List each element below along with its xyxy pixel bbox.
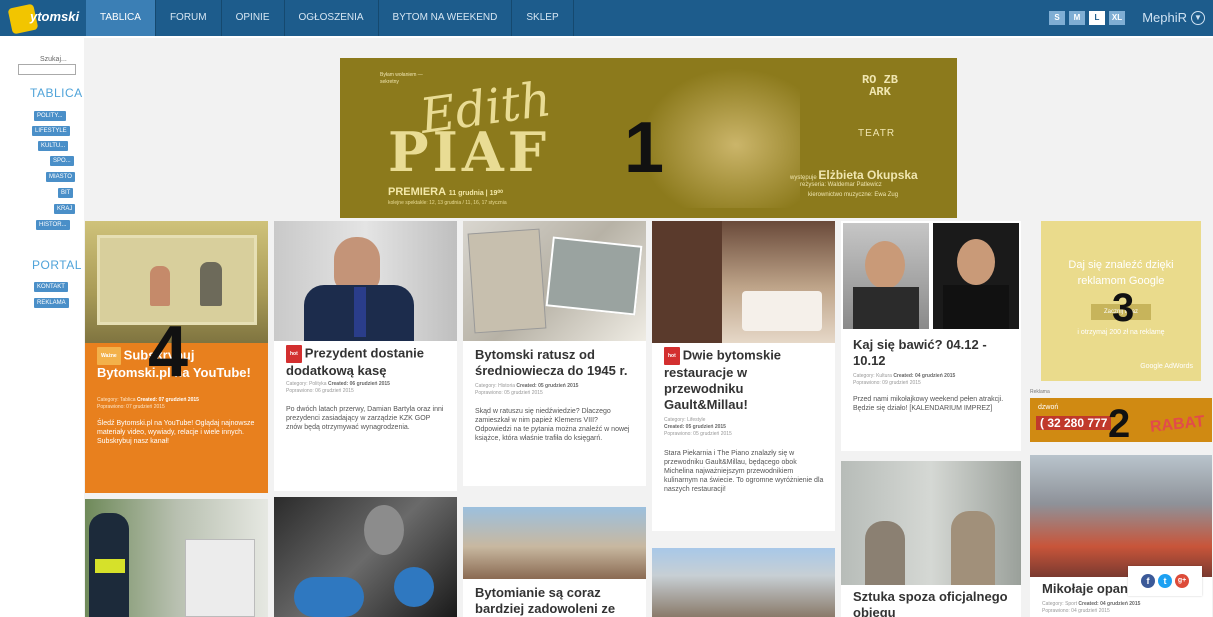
site-logo[interactable]: ytomski: [4, 2, 84, 36]
article-excerpt: Stara Piekarnia i The Piano znalazły się…: [664, 450, 824, 493]
banner-credit-director: reżyseria: Waldemar Patlewicz: [800, 182, 882, 188]
article-card-ratusz[interactable]: Bytomski ratusz od średniowiecza do 1945…: [463, 221, 646, 486]
article-meta: Category: Lifestyle Created: 05 grudzień …: [664, 417, 732, 437]
nav-forum[interactable]: FORUM: [156, 0, 222, 36]
article-image: [463, 507, 646, 579]
sidebar-item-miasto[interactable]: MIASTO: [46, 172, 75, 182]
annotation-number-4: 4: [148, 312, 189, 392]
chevron-down-icon: ▼: [1191, 10, 1205, 25]
article-image: [1030, 455, 1212, 577]
article-card-city[interactable]: [652, 548, 835, 617]
article-image: [841, 221, 1021, 331]
article-card-restauracje[interactable]: hot Dwie bytomskie restauracje w przewodn…: [652, 221, 835, 531]
teatr-label: TEATR: [858, 128, 896, 139]
sidebar-item-bit[interactable]: BIT: [58, 188, 74, 198]
search-label: Szukaj...: [40, 56, 67, 63]
article-image: [841, 461, 1021, 585]
top-navigation-bar: ytomski TABLICA FORUM OPINIE OGŁOSZENIA …: [0, 0, 1213, 36]
font-size-s-button[interactable]: S: [1049, 11, 1065, 25]
banner-credit-performer: występuje Elżbieta Okupska: [790, 168, 918, 182]
article-title[interactable]: hot Dwie bytomskie restauracje w przewodn…: [664, 347, 829, 413]
article-title[interactable]: Bytomianie są coraz bardziej zadowoleni …: [475, 585, 640, 617]
sidebar-item-historia[interactable]: HISTOR...: [36, 220, 70, 230]
sidebar-item-kultura[interactable]: KULTU...: [38, 141, 69, 151]
ad-label: Reklama: [1030, 389, 1050, 395]
article-card-police[interactable]: [85, 499, 268, 617]
article-card-zadowoleni[interactable]: Bytomianie są coraz bardziej zadowoleni …: [463, 507, 646, 617]
article-meta: Category: Polityka Created: 06 grudzień …: [286, 381, 390, 394]
section-tablica-heading: TABLICA: [30, 86, 83, 100]
user-menu[interactable]: MephiR ▼: [1142, 10, 1205, 25]
logo-text: ytomski: [30, 9, 80, 24]
sidebar-item-kraj[interactable]: KRAJ: [54, 204, 76, 214]
sidebar-item-sport[interactable]: SPO...: [50, 156, 74, 166]
search-input[interactable]: [18, 64, 76, 75]
article-card-sztuka[interactable]: Sztuka spoza oficjalnego obiegu: [841, 461, 1021, 617]
nav-bytom-na-weekend[interactable]: BYTOM NA WEEKEND: [379, 0, 513, 36]
font-size-xl-button[interactable]: XL: [1109, 11, 1125, 25]
annotation-number-2: 2: [1108, 402, 1131, 446]
article-image: [274, 497, 457, 617]
main-nav: TABLICA FORUM OPINIE OGŁOSZENIA BYTOM NA…: [86, 0, 574, 36]
article-image: [463, 221, 646, 341]
article-title[interactable]: Kaj się bawić? 04.12 - 10.12: [853, 337, 1013, 369]
ad-call-label: dzwoń: [1038, 404, 1059, 411]
article-meta: Category: Historia Created: 05 grudzień …: [475, 383, 579, 396]
article-image: [652, 548, 835, 617]
nav-opinie[interactable]: OPINIE: [222, 0, 285, 36]
sidebar-item-lifestyle[interactable]: LIFESTYLE: [32, 126, 70, 136]
article-image: [274, 221, 457, 341]
font-size-m-button[interactable]: M: [1069, 11, 1085, 25]
article-excerpt: Przed nami mikołajkowy weekend pełen atr…: [853, 396, 1004, 412]
sidebar-item-kontakt[interactable]: KONTAKT: [34, 282, 68, 292]
banner-premiere: PREMIERA 11 grudnia | 19⁰⁰: [388, 186, 503, 198]
article-image: [652, 221, 835, 343]
annotation-number-1: 1: [624, 108, 665, 188]
ad-subtext: i otrzymaj 200 zł na reklamę: [1077, 329, 1165, 336]
article-meta: Category: Kultura Created: 04 grudzień 2…: [853, 373, 956, 386]
banner-main-title: PIAF: [388, 120, 551, 184]
nav-tablica[interactable]: TABLICA: [86, 0, 156, 36]
ad-rabat: RABAT: [1149, 413, 1206, 436]
article-card-prezydent[interactable]: hot Prezydent dostanie dodatkową kasę Cat…: [274, 221, 457, 491]
user-name: MephiR: [1142, 10, 1187, 25]
sidebar-item-polityka[interactable]: POLITY...: [34, 111, 66, 121]
article-title[interactable]: hot Prezydent dostanie dodatkową kasę: [286, 345, 451, 379]
banner-credit-music: kierownictwo muzyczne: Ewa Zug: [808, 192, 899, 198]
article-card-boxer[interactable]: [274, 497, 457, 617]
article-meta: Category: Sport Created: 04 grudzień 201…: [1042, 601, 1141, 614]
article-excerpt: Skąd w ratuszu się niedźwiedzie? Dlaczeg…: [475, 408, 630, 442]
twitter-icon[interactable]: t: [1158, 574, 1172, 588]
font-size-switcher: S M L XL: [1049, 11, 1125, 25]
facebook-icon[interactable]: f: [1141, 574, 1155, 588]
social-share-widget: f t g+: [1128, 566, 1202, 596]
nav-sklep[interactable]: SKLEP: [512, 0, 574, 36]
ad-headline: Daj się znaleźć dzięki reklamom Google: [1068, 259, 1174, 287]
annotation-number-3: 3: [1112, 286, 1135, 330]
banner-premiere-sub: kolejne spektakle: 12, 13 grudnia / 11, …: [388, 200, 507, 206]
banner-small-text: Byłam wołaniem — sekretny: [380, 72, 423, 85]
google-plus-icon[interactable]: g+: [1175, 574, 1189, 588]
left-sidebar: Szukaj... TABLICA POLITY... LIFESTYLE KU…: [0, 36, 82, 617]
article-card-kaj-sie-bawic[interactable]: Kaj się bawić? 04.12 - 10.12 Category: K…: [841, 221, 1021, 451]
article-excerpt: Po dwóch latach przerwy, Damian Bartyla …: [286, 406, 444, 431]
section-portal-heading: PORTAL: [32, 258, 82, 272]
teatr-logo: RO ZB ARK: [861, 73, 898, 99]
article-title[interactable]: Sztuka spoza oficjalnego obiegu: [853, 589, 1013, 617]
article-excerpt: Śledź Bytomski.pl na YouTube! Oglądaj na…: [97, 420, 255, 445]
ad-phone: ( 32 280 777: [1036, 416, 1112, 430]
nav-ogloszenia[interactable]: OGŁOSZENIA: [285, 0, 379, 36]
article-title[interactable]: Bytomski ratusz od średniowiecza do 1945…: [475, 347, 640, 379]
ad-brand: Google AdWords: [1140, 363, 1193, 370]
article-image: [85, 499, 268, 617]
article-meta: Category: Tablica Created: 07 grudzień 2…: [97, 397, 199, 410]
sidebar-item-reklama[interactable]: REKLAMA: [34, 298, 69, 308]
font-size-l-button[interactable]: L: [1089, 11, 1105, 25]
